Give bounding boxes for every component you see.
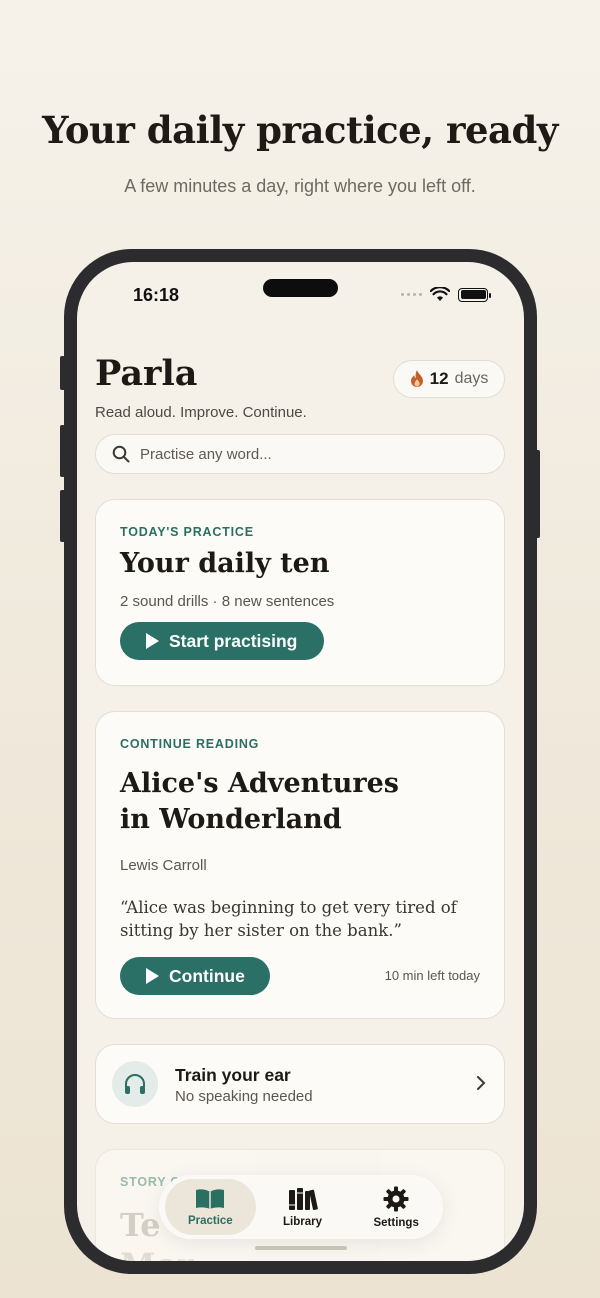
practice-title: Your daily ten <box>120 548 330 579</box>
book-title-line-1: Alice's Adventures <box>120 768 399 799</box>
start-practising-button[interactable]: Start practising <box>120 622 324 660</box>
book-open-icon <box>196 1188 225 1209</box>
streak-badge[interactable]: 12 days <box>393 360 505 398</box>
gear-icon <box>383 1186 409 1211</box>
phone-power-button <box>535 450 540 538</box>
chevron-right-icon <box>477 1076 486 1090</box>
tab-practice-label: Practice <box>187 1214 233 1227</box>
promo-subline: A few minutes a day, right where you lef… <box>124 176 476 196</box>
headphones-icon <box>112 1061 158 1107</box>
dynamic-island <box>263 279 338 297</box>
practice-detail: 2 sound drills · 8 new sentences <box>120 593 335 610</box>
promo-headline: Your daily practice, ready <box>42 108 558 152</box>
flame-icon <box>410 370 423 387</box>
tab-settings[interactable]: Settings <box>349 1175 443 1239</box>
app-tagline: Read aloud. Improve. Continue. <box>95 404 307 421</box>
train-ear-card[interactable]: Train your ear No speaking needed <box>95 1044 505 1124</box>
train-ear-title: Train your ear <box>175 1065 291 1085</box>
search-input[interactable] <box>140 445 460 463</box>
phone-volume-up <box>60 425 65 477</box>
wifi-icon <box>430 287 450 301</box>
tab-bar: Practice Library Settings <box>159 1175 443 1239</box>
app-title: Parla <box>95 353 198 394</box>
tab-library[interactable]: Library <box>256 1175 350 1239</box>
home-indicator <box>255 1246 347 1250</box>
signal-icon <box>401 293 422 296</box>
phone-volume-down <box>60 490 65 542</box>
story-title-2: Mor <box>120 1246 194 1261</box>
books-icon <box>288 1187 318 1210</box>
status-icons <box>401 287 491 302</box>
search-icon <box>112 445 130 463</box>
book-author: Lewis Carroll <box>120 857 207 874</box>
story-title: Te <box>120 1206 161 1244</box>
tab-library-label: Library <box>283 1215 323 1228</box>
search-bar[interactable] <box>95 434 505 474</box>
practice-card[interactable]: TODAY'S PRACTICE Your daily ten 2 sound … <box>95 499 505 686</box>
book-quote: “Alice was beginning to get very tired o… <box>120 898 457 940</box>
phone-side-button <box>60 356 65 390</box>
streak-unit: days <box>454 370 489 387</box>
phone-screen: 16:18 Parla Read aloud. Improve. Continu… <box>77 262 524 1261</box>
reading-eyebrow: CONTINUE READING <box>120 737 260 751</box>
start-practising-label: Start practising <box>169 630 298 651</box>
status-time: 16:18 <box>133 285 180 305</box>
book-title-line-2: in Wonderland <box>120 804 342 835</box>
play-icon <box>146 633 159 649</box>
battery-icon <box>458 287 491 302</box>
streak-count: 12 <box>429 369 449 388</box>
reading-card[interactable]: CONTINUE READING Alice's Adventures in W… <box>95 711 505 1019</box>
time-left-label: 10 min left today <box>384 968 480 983</box>
continue-button[interactable]: Continue <box>120 957 270 995</box>
tab-settings-label: Settings <box>373 1216 419 1229</box>
practice-eyebrow: TODAY'S PRACTICE <box>120 525 254 539</box>
tab-practice[interactable]: Practice <box>165 1179 256 1235</box>
train-ear-subtitle: No speaking needed <box>175 1088 313 1105</box>
play-icon <box>146 968 159 984</box>
continue-label: Continue <box>169 965 245 986</box>
